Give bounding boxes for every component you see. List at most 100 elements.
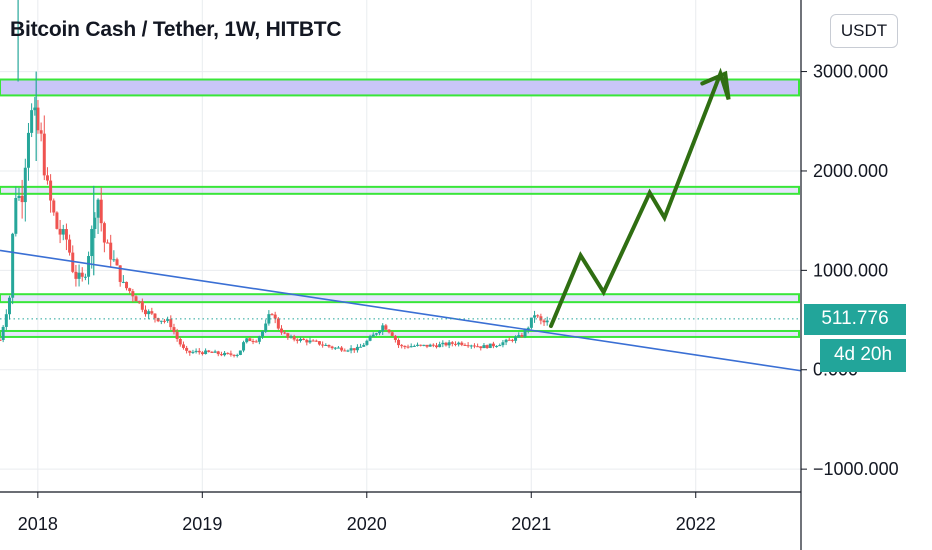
candle-body	[368, 336, 372, 341]
candle-body	[178, 338, 182, 345]
chart-title: Bitcoin Cash / Tether, 1W, HITBTC	[10, 18, 342, 41]
descending-trendline	[0, 249, 802, 372]
candle-body	[90, 228, 94, 257]
candle-body	[517, 335, 521, 338]
candle-body	[175, 331, 179, 339]
candle-body	[428, 344, 432, 347]
candle-body	[507, 339, 511, 341]
candle-body	[292, 336, 296, 340]
candle-body	[340, 347, 344, 351]
candle-body	[61, 229, 65, 235]
candle-body	[30, 110, 34, 133]
candle-body	[495, 345, 499, 347]
candle-body	[488, 343, 492, 349]
candle-body	[520, 335, 524, 337]
candle-body	[36, 107, 40, 131]
chart-window: 3000.0002000.0001000.0000.000−1000.00020…	[0, 0, 932, 550]
candle-body	[109, 242, 113, 260]
candle-body	[169, 319, 173, 328]
candle-body	[17, 195, 21, 199]
candle-body	[223, 352, 227, 356]
candle-body	[472, 345, 476, 347]
candle-body	[210, 351, 214, 353]
price-chart[interactable]: 3000.0002000.0001000.0000.000−1000.00020…	[0, 0, 932, 550]
candle-body	[485, 345, 489, 349]
candle-body	[23, 167, 27, 203]
candle-body	[346, 350, 350, 352]
candle-body	[317, 341, 321, 345]
candle-body	[0, 339, 2, 341]
candle-body	[64, 229, 68, 240]
candle-body	[77, 272, 81, 279]
candle-body	[131, 291, 135, 297]
candle-body	[121, 281, 125, 283]
candle-body	[450, 342, 454, 344]
candle-body	[1, 326, 5, 340]
currency-button[interactable]: USDT	[830, 14, 898, 48]
price-tick-label: 2000.000	[813, 161, 888, 181]
candle-body	[197, 350, 201, 353]
candle-body	[248, 338, 252, 342]
candle-body	[115, 259, 119, 266]
candle-body	[254, 341, 258, 343]
candle-body	[434, 345, 438, 348]
candle-body	[545, 320, 549, 323]
candle-body	[349, 348, 353, 351]
candle-body	[321, 344, 325, 346]
candle-body	[87, 256, 91, 277]
candle-body	[365, 340, 369, 345]
candle-body	[261, 331, 265, 337]
candle-body	[112, 259, 116, 261]
candle-body	[14, 198, 18, 234]
candle-body	[504, 339, 508, 343]
candle-body	[280, 328, 284, 333]
candle-body	[257, 336, 261, 342]
candle-body	[409, 346, 413, 348]
candle-body	[444, 342, 448, 346]
candle-body	[232, 354, 236, 356]
candle-body	[412, 345, 416, 347]
candle-body	[359, 346, 363, 348]
candle-body	[397, 339, 401, 346]
candle-body	[403, 346, 407, 348]
candle-body	[381, 325, 385, 331]
candle-body	[55, 212, 59, 229]
candle-body	[20, 195, 24, 203]
candle-body	[302, 338, 306, 340]
candle-body	[181, 344, 185, 348]
candle-body	[343, 350, 347, 352]
candle-body	[219, 354, 223, 356]
price-tick-label: 1000.000	[813, 260, 888, 280]
candle-body	[460, 342, 464, 345]
candle-body	[188, 350, 192, 353]
candle-body	[267, 314, 271, 324]
candle-body	[140, 301, 144, 310]
candle-body	[384, 325, 388, 330]
candle-body	[102, 223, 106, 243]
candle-body	[390, 332, 394, 336]
candle-body	[479, 346, 483, 349]
candle-body	[276, 318, 280, 329]
candle-body	[162, 320, 166, 322]
candle-body	[336, 347, 340, 349]
candle-body	[533, 315, 537, 318]
candle-body	[213, 351, 217, 353]
candle-body	[166, 319, 170, 321]
candle-body	[406, 346, 410, 348]
candle-body	[191, 351, 195, 353]
candle-body	[270, 314, 274, 316]
candle-body	[536, 315, 540, 317]
candle-body	[52, 200, 56, 213]
candle-body	[229, 353, 233, 355]
candle-body	[106, 242, 110, 244]
support-resistance-zone	[0, 185, 800, 195]
candle-body	[74, 271, 78, 279]
candle-body	[476, 346, 480, 348]
candle-body	[441, 342, 445, 345]
candle-body	[26, 132, 30, 168]
candle-body	[242, 342, 246, 351]
candle-body	[235, 354, 239, 356]
support-resistance-zone	[0, 293, 800, 304]
candle-body	[457, 342, 461, 345]
candle-body	[185, 347, 189, 351]
